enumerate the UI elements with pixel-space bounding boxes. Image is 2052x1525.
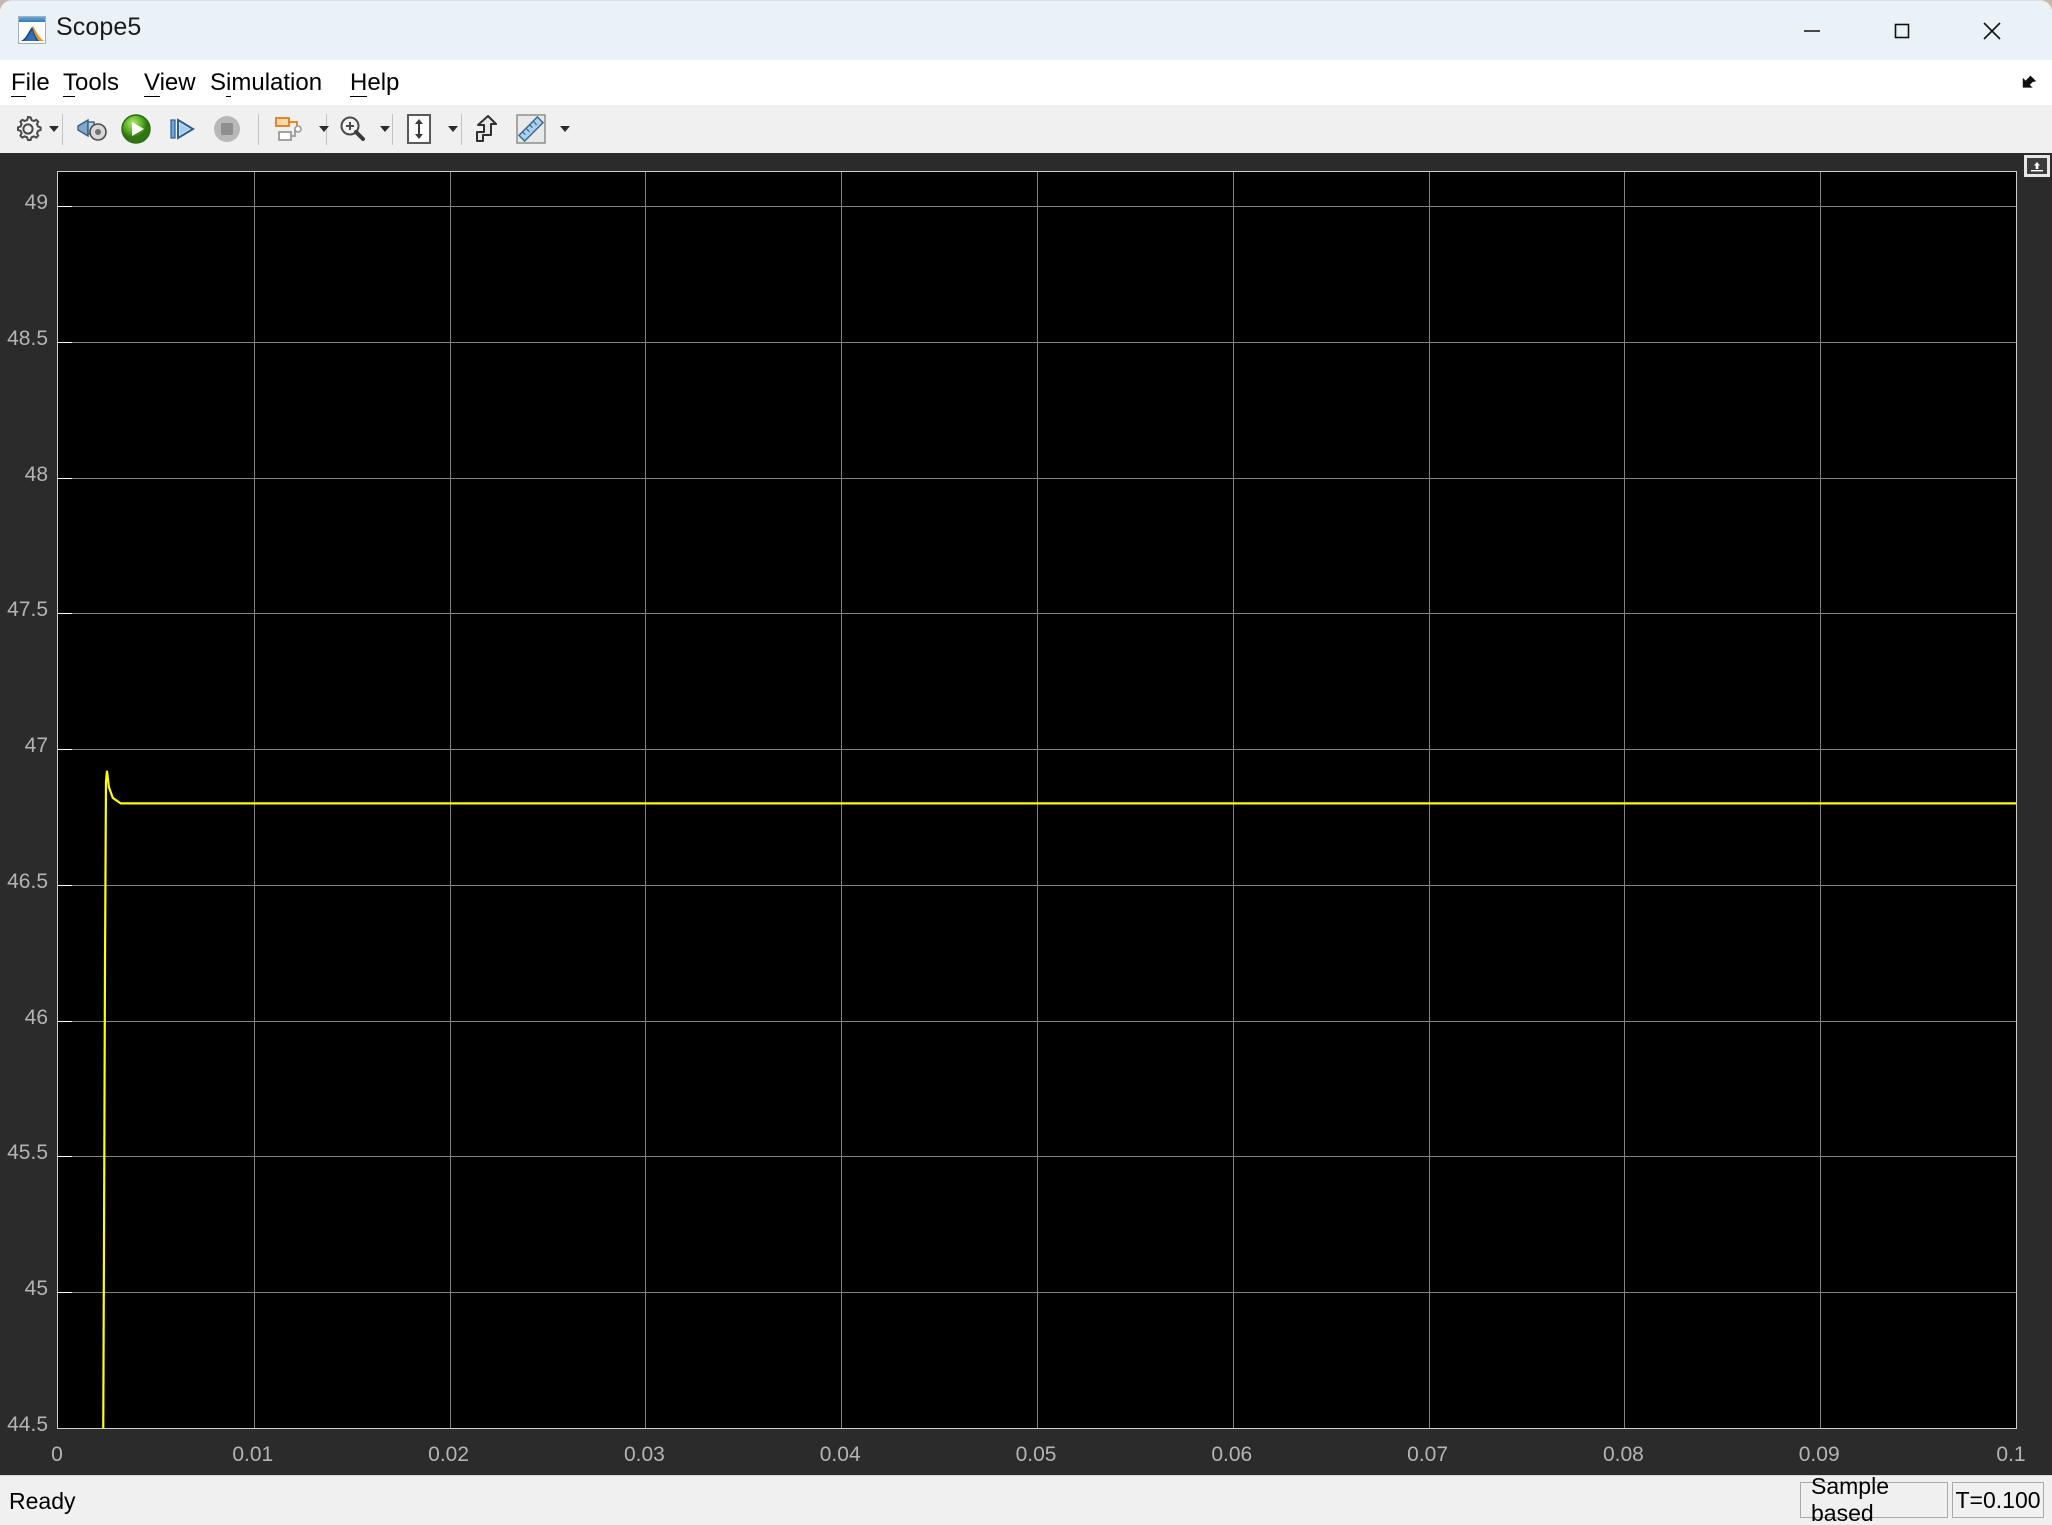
x-axis-label: 0.03 <box>623 1443 665 1466</box>
measurements-dropdown[interactable] <box>556 109 574 149</box>
signal-trace <box>58 172 2016 1428</box>
toolbar-separator <box>258 114 259 145</box>
y-axis-label: 44.5 <box>7 1413 48 1436</box>
menu-item-view[interactable]: View <box>144 69 196 97</box>
y-axis-label: 47.5 <box>7 598 48 622</box>
y-axis-label: 48.5 <box>7 326 48 350</box>
menu-simulation-rest: mulation <box>231 69 323 96</box>
signal-selection-dropdown[interactable] <box>315 109 333 149</box>
y-axis-tick <box>58 1428 72 1429</box>
title-bar: Scope5 <box>0 1 2052 60</box>
trace-signal-1 <box>58 771 2016 1428</box>
y-axis-label: 49 <box>24 190 48 214</box>
menu-view-rest: iew <box>159 69 196 96</box>
menu-item-help[interactable]: Help <box>350 69 399 97</box>
close-button[interactable] <box>1947 1 2037 60</box>
chevron-down-icon <box>380 126 390 132</box>
autoscale-dropdown[interactable] <box>444 109 462 149</box>
chevron-down-icon <box>448 126 458 132</box>
plot-canvas[interactable] <box>57 171 2017 1429</box>
minimize-icon <box>1804 29 1820 32</box>
window-title: Scope5 <box>56 13 142 41</box>
menu-help-rest: elp <box>367 69 400 96</box>
chevron-down-icon <box>49 126 59 132</box>
close-icon <box>1983 21 2001 40</box>
scope-plot-area: 44.5 45 45.5 46 46.5 47 47.5 48 48.5 49 0 0.01 0.02… <box>0 153 2052 1475</box>
x-axis-label: 0.1 <box>1996 1443 2026 1466</box>
scope-window: Scope5 File Tools View Simulation Help 4… <box>0 0 2052 1525</box>
dock-maximize-icon[interactable] <box>2024 155 2050 177</box>
menu-bar: File Tools View Simulation Help <box>0 60 2052 106</box>
minimize-button[interactable] <box>1767 1 1857 60</box>
y-axis-label: 47 <box>24 734 48 758</box>
print-button[interactable] <box>72 109 112 149</box>
stop-button[interactable] <box>207 109 247 149</box>
x-axis-label: 0 <box>51 1443 63 1466</box>
maximize-icon <box>1894 23 1910 38</box>
print-gear-icon <box>77 118 107 141</box>
signal-blocks-icon <box>275 117 302 141</box>
run-button[interactable] <box>116 109 156 149</box>
x-axis-label: 0.07 <box>1407 1443 1449 1466</box>
zoom-dropdown[interactable] <box>376 109 394 149</box>
menu-tools-rest: ools <box>75 69 120 96</box>
expand-arrow-icon[interactable] <box>2016 72 2038 94</box>
menu-view-mnemonic: V <box>144 69 160 97</box>
y-axis-label: 46 <box>24 1005 48 1029</box>
matlab-scope-icon <box>18 16 46 44</box>
menu-file-rest: ile <box>25 69 50 96</box>
x-axis-label: 0.09 <box>1798 1443 1840 1466</box>
status-message: Ready <box>9 1488 76 1514</box>
x-axis-label: 0.05 <box>1015 1443 1057 1466</box>
x-axis-label: 0.01 <box>232 1443 274 1466</box>
maximize-button[interactable] <box>1857 1 1947 60</box>
y-axis-label: 45.5 <box>7 1141 48 1165</box>
x-axis-label: 0.06 <box>1211 1443 1253 1466</box>
style-button[interactable] <box>465 109 505 149</box>
autoscale-icon <box>407 114 431 144</box>
menu-item-simulation[interactable]: Simulation <box>210 69 322 97</box>
menu-file-mnemonic: F <box>11 69 26 97</box>
status-simulation-time: T=0.100 <box>1952 1482 2044 1518</box>
menu-tools-mnemonic: T <box>63 69 75 97</box>
menu-item-file[interactable]: File <box>11 69 50 97</box>
y-axis-label: 46.5 <box>7 869 48 893</box>
step-forward-button[interactable] <box>162 109 202 149</box>
y-axis-label: 45 <box>24 1277 48 1301</box>
zoom-in-icon <box>340 116 365 141</box>
chevron-down-icon <box>560 126 570 132</box>
measurements-button[interactable] <box>511 109 551 149</box>
x-axis-label: 0.02 <box>428 1443 470 1466</box>
configuration-properties-dropdown[interactable] <box>45 109 63 149</box>
zoom-button[interactable] <box>332 109 372 149</box>
menu-item-tools[interactable]: Tools <box>63 69 119 97</box>
menu-simulation-pre: S <box>210 69 227 96</box>
stop-icon <box>214 116 240 142</box>
run-icon <box>121 114 151 144</box>
x-axis-label: 0.04 <box>819 1443 861 1466</box>
configuration-properties-button[interactable] <box>8 109 48 149</box>
x-axis-label: 0.08 <box>1602 1443 1644 1466</box>
signal-selection-button[interactable] <box>271 109 311 149</box>
status-sample-mode: Sample based <box>1800 1473 1948 1525</box>
step-forward-icon <box>170 118 195 140</box>
style-arrow-icon <box>476 115 497 142</box>
gridline-horizontal <box>58 1428 2016 1429</box>
chevron-down-icon <box>319 126 329 132</box>
autoscale-button[interactable] <box>399 109 439 149</box>
toolbar <box>0 105 2052 154</box>
gear-icon <box>17 115 42 141</box>
ruler-icon <box>516 114 546 144</box>
y-axis-label: 48 <box>24 462 48 486</box>
status-bar: Ready Sample based T=0.100 <box>0 1473 2052 1525</box>
menu-help-mnemonic: H <box>350 69 368 97</box>
